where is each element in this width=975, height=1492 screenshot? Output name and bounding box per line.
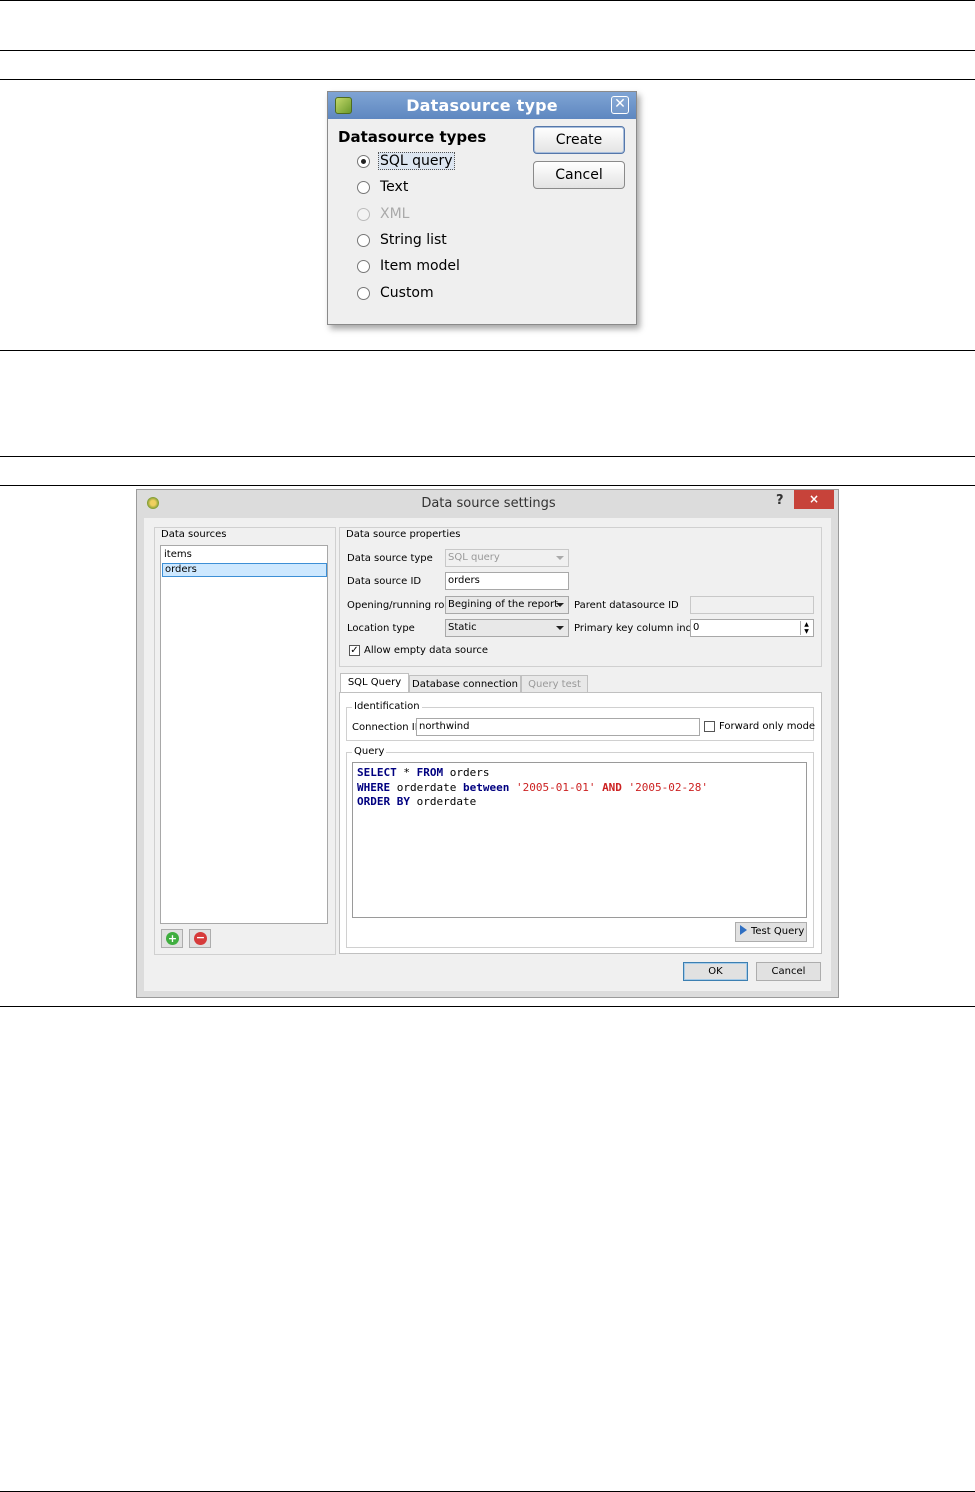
radio-button[interactable] (357, 234, 370, 247)
datasource-type-dialog: Datasource type ✕ Datasource types SQL q… (327, 91, 637, 325)
sql-keyword: FROM (416, 766, 444, 779)
page-rule (0, 456, 975, 457)
data-source-settings-dialog: Data source settings ? × Data sources it… (136, 489, 839, 998)
list-item[interactable]: items (164, 549, 192, 560)
sql-keyword: between (462, 780, 510, 794)
remove-datasource-button[interactable]: − (189, 929, 211, 948)
radio-button[interactable] (357, 155, 370, 168)
chevron-down-icon (556, 626, 564, 630)
type-combo-value: SQL query (448, 552, 500, 563)
add-icon: + (166, 932, 179, 945)
tab-sql-query[interactable]: SQL Query (340, 673, 409, 693)
sql-keyword: ORDER BY (357, 795, 410, 808)
group-title: Identification (352, 701, 422, 712)
allow-empty-checkbox[interactable]: ✓ (349, 645, 360, 656)
list-item-selected[interactable]: orders (162, 563, 327, 577)
sql-editor[interactable]: SELECT * FROM orders WHERE orderdate bet… (352, 762, 807, 918)
allow-empty-label: Allow empty data source (364, 645, 489, 656)
role-label: Opening/running role (347, 600, 454, 611)
dialog-title-bar[interactable]: Datasource type ✕ (328, 92, 636, 119)
radio-button[interactable] (357, 260, 370, 273)
sql-keyword: WHERE (357, 780, 391, 794)
radio-label: Custom (380, 285, 434, 301)
test-query-button[interactable]: Test Query (735, 922, 807, 942)
cancel-button[interactable]: Cancel (756, 962, 821, 981)
sql-text-part: orderdate (390, 780, 463, 794)
sql-line: SELECT * FROM orders (357, 766, 708, 781)
sql-text-part: orders (443, 766, 490, 779)
pk-label: Primary key column index (574, 623, 704, 634)
data-sources-list[interactable]: items orders (160, 545, 328, 924)
tab-database-connection[interactable]: Database connection (409, 675, 521, 693)
group-title: Query (352, 746, 387, 757)
sql-keyword: SELECT (357, 766, 397, 779)
remove-icon: − (194, 931, 207, 945)
location-combo[interactable]: Static (445, 619, 569, 637)
page-rule (0, 0, 975, 1)
spin-arrows-icon[interactable]: ▲ ▼ (800, 621, 812, 635)
connection-input[interactable]: northwind (416, 718, 700, 736)
forward-only-checkbox[interactable] (704, 721, 715, 732)
add-datasource-button[interactable]: + (161, 929, 183, 948)
parent-label: Parent datasource ID (574, 600, 679, 611)
tab-query-test: Query test (521, 675, 588, 693)
group-title: Datasource types (338, 128, 487, 146)
page-rule (0, 485, 975, 486)
forward-only-label: Forward only mode (719, 721, 816, 732)
test-query-label: Test Query (751, 926, 805, 937)
parent-input (690, 596, 814, 614)
radio-label: Text (380, 179, 409, 195)
sql-string: '2005-02-28' (621, 780, 709, 794)
radio-button[interactable] (357, 287, 370, 300)
location-combo-value: Static (448, 622, 477, 633)
sql-line: ORDER BY orderdate (357, 795, 708, 810)
help-icon[interactable]: ? (776, 493, 784, 508)
chevron-down-icon (556, 556, 564, 560)
radio-label: XML (380, 206, 410, 222)
radio-label: SQL query (378, 152, 455, 170)
type-label: Data source type (347, 553, 433, 564)
pk-spinbox[interactable]: 0 ▲ ▼ (690, 619, 814, 637)
location-label: Location type (347, 623, 415, 634)
radio-button[interactable] (357, 181, 370, 194)
close-icon[interactable]: ✕ (611, 96, 629, 114)
ok-button[interactable]: OK (683, 962, 748, 981)
sql-operator: AND (602, 780, 622, 794)
radio-button (357, 208, 370, 221)
radio-label: String list (380, 232, 447, 248)
group-title: Data sources (161, 529, 227, 540)
sql-text-part: orderdate (409, 795, 477, 808)
close-button[interactable]: × (794, 490, 834, 509)
sql-text: SELECT * FROM orders WHERE orderdate bet… (357, 766, 708, 810)
tab-panel: Identification Connection ID northwind F… (339, 692, 822, 954)
role-combo-value: Begining of the report (448, 599, 559, 610)
play-icon (740, 925, 747, 935)
page-rule (0, 50, 975, 51)
group-title: Data source properties (346, 529, 461, 540)
page-rule (0, 79, 975, 80)
sql-text-part: * (396, 766, 417, 779)
page-rule (0, 1006, 975, 1007)
id-label: Data source ID (347, 576, 422, 587)
type-combo: SQL query (445, 549, 569, 567)
list-item-label: orders (165, 564, 197, 575)
create-button[interactable]: Create (533, 126, 625, 154)
cancel-button[interactable]: Cancel (533, 161, 625, 189)
role-combo[interactable]: Begining of the report (445, 596, 569, 614)
radio-label: Item model (380, 258, 460, 274)
dialog-title: Datasource type (406, 96, 558, 115)
dialog-title: Data source settings (421, 496, 556, 511)
connection-label: Connection ID (352, 722, 423, 733)
sql-line: WHERE orderdate between '2005-01-01' AND… (357, 781, 708, 796)
dialog-client-area: Data sources items orders + − Data sourc… (144, 518, 831, 991)
page-rule (0, 350, 975, 351)
pk-value: 0 (693, 622, 700, 633)
id-input[interactable]: orders (445, 572, 569, 590)
chevron-down-icon (556, 603, 564, 607)
sql-string: '2005-01-01' (509, 780, 603, 794)
